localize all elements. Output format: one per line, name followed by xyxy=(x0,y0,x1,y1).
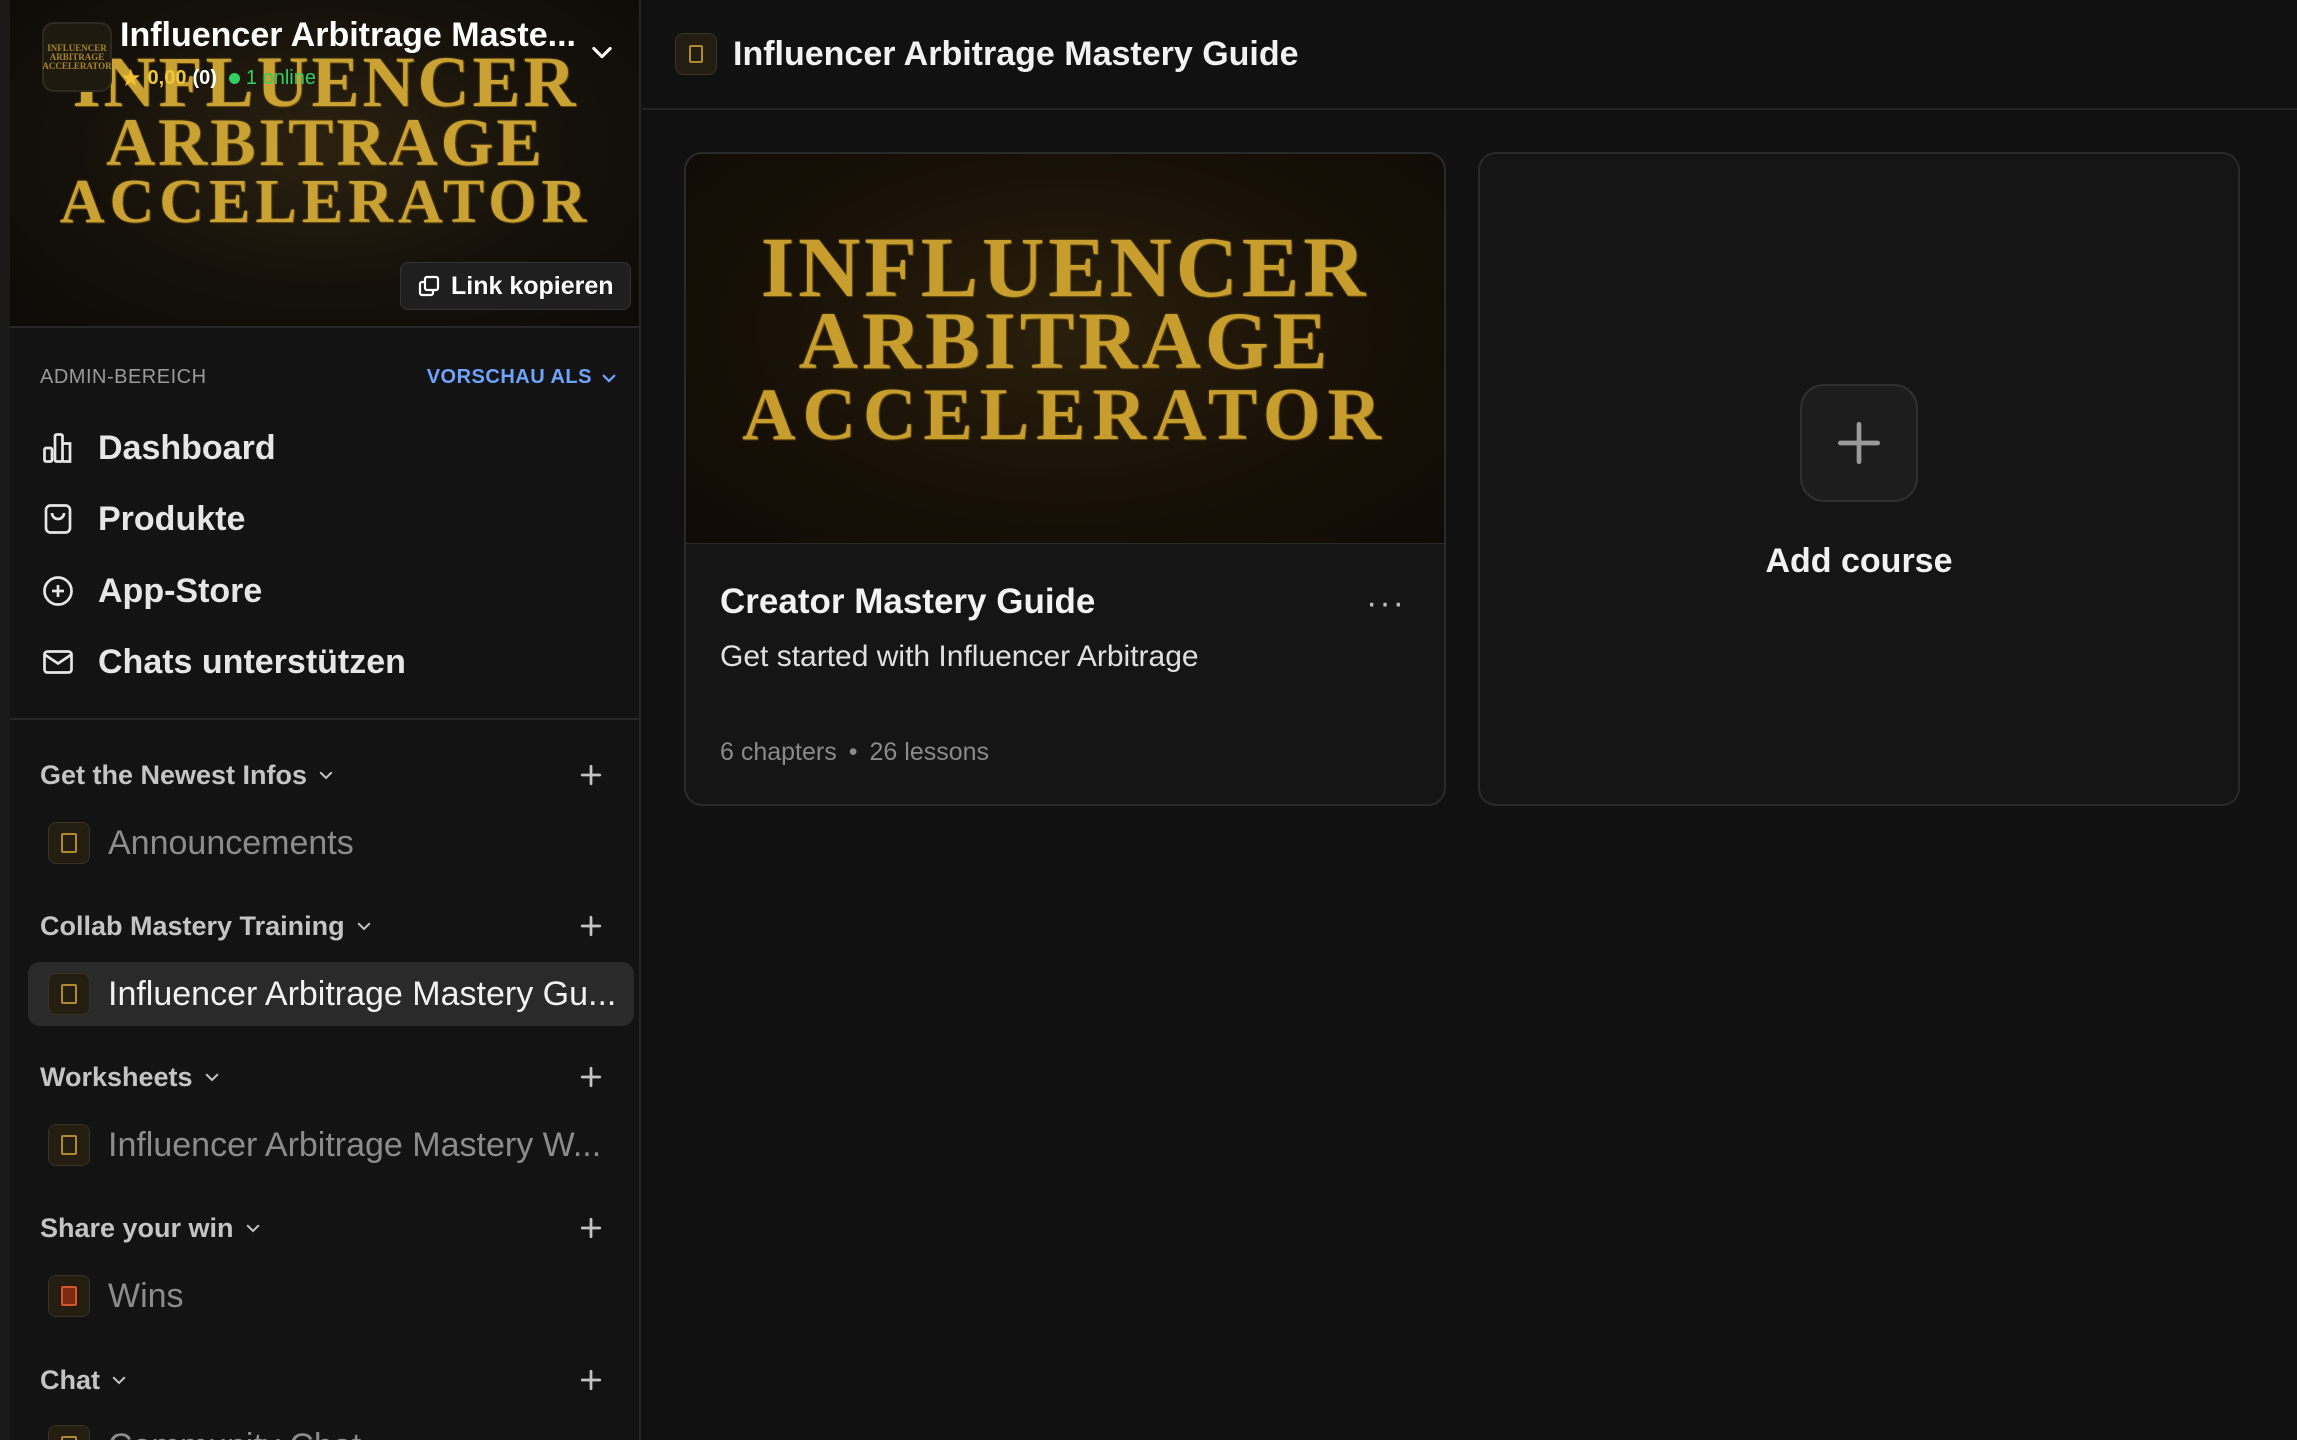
section-toggle[interactable]: Worksheets xyxy=(40,1062,221,1093)
trophy-icon xyxy=(48,1275,90,1317)
channel-item[interactable]: Community Chat xyxy=(28,1414,634,1440)
workspace-banner: INFLUENCER ARBITRAGE ACCELERATOR INFLUEN… xyxy=(10,0,639,328)
chevron-down-icon xyxy=(357,922,370,931)
section-toggle[interactable]: Share your win xyxy=(40,1213,262,1244)
ellipsis-icon[interactable]: ··· xyxy=(1366,584,1406,623)
online-status-dot xyxy=(228,73,240,84)
online-count: 1 online xyxy=(245,67,316,89)
add-course-label: Add course xyxy=(1765,542,1953,580)
workspace-logo-text: INFLUENCER ARBITRAGE ACCELERATOR xyxy=(42,42,112,71)
star-icon: ★ xyxy=(120,65,142,92)
nav-dashboard[interactable]: Dashboard xyxy=(40,420,620,476)
chevron-down-icon xyxy=(319,771,333,780)
section-toggle[interactable]: Chat xyxy=(40,1365,128,1396)
nav-support-chats[interactable]: Chats unterstützen xyxy=(40,634,620,690)
chevron-down-icon xyxy=(246,1224,259,1233)
admin-area-label: ADMIN-BEREICH xyxy=(40,366,207,388)
plus-icon[interactable] xyxy=(576,1365,606,1395)
page-header: Influencer Arbitrage Mastery Guide xyxy=(643,0,2297,110)
channel-label: Influencer Arbitrage Mastery Gu... xyxy=(108,974,617,1013)
chapter-count: 6 chapters xyxy=(720,738,837,766)
section-header: Chat xyxy=(40,1360,606,1400)
section-title: Worksheets xyxy=(40,1061,193,1092)
lesson-count: 26 lessons xyxy=(869,738,990,766)
channel-label: Influencer Arbitrage Mastery W... xyxy=(108,1125,602,1164)
add-course-card[interactable]: Add course xyxy=(1478,152,2240,806)
nav-products-label: Produkte xyxy=(98,499,246,538)
channel-icon xyxy=(48,822,90,864)
review-count: (0) xyxy=(192,67,217,89)
channel-label: Announcements xyxy=(108,823,354,862)
workspace-name[interactable]: Influencer Arbitrage Maste... xyxy=(120,16,576,55)
course-cover-image: INFLUENCER ARBITRAGE ACCELERATOR xyxy=(686,154,1444,544)
cover-artwork: INFLUENCER ARBITRAGE ACCELERATOR xyxy=(686,219,1444,456)
nav-dashboard-label: Dashboard xyxy=(98,428,276,467)
section-header: Worksheets xyxy=(40,1057,606,1097)
cover-line: ACCELERATOR xyxy=(742,374,1388,456)
window-edge xyxy=(0,0,10,1440)
chat-icon xyxy=(48,1425,90,1440)
plus-circle-icon xyxy=(43,576,73,606)
add-course-button[interactable] xyxy=(1800,384,1918,502)
channel-item[interactable]: Announcements xyxy=(28,811,634,875)
rating-value: 0,00 xyxy=(147,67,187,89)
cover-line: INFLUENCER xyxy=(760,219,1370,315)
banner-line: ACCELERATOR xyxy=(59,168,592,236)
worksheet-icon xyxy=(48,1124,90,1166)
sidebar-divider xyxy=(10,718,639,720)
shopping-bag-icon xyxy=(44,504,72,534)
course-stats: 6 chapters • 26 lessons xyxy=(720,738,989,767)
channel-item[interactable]: Influencer Arbitrage Mastery W... xyxy=(28,1113,634,1177)
plus-icon[interactable] xyxy=(576,1062,606,1092)
plus-icon xyxy=(1838,422,1880,464)
section-title: Collab Mastery Training xyxy=(40,910,345,941)
meta-separator: • xyxy=(848,738,858,766)
copy-link-label: Link kopieren xyxy=(451,271,614,300)
nav-app-store-label: App-Store xyxy=(98,571,263,610)
channel-item-active[interactable]: Influencer Arbitrage Mastery Gu... xyxy=(28,962,634,1026)
preview-as-label: VORSCHAU ALS xyxy=(426,366,592,388)
page-title: Influencer Arbitrage Mastery Guide xyxy=(733,34,1299,73)
chevron-down-icon[interactable] xyxy=(588,38,616,66)
plus-icon[interactable] xyxy=(576,760,606,790)
section-toggle[interactable]: Collab Mastery Training xyxy=(40,911,373,942)
course-title: Creator Mastery Guide xyxy=(720,582,1096,621)
workspace-meta: ★ 0,00 (0) 1 online xyxy=(120,64,316,93)
copy-link-button[interactable]: Link kopieren xyxy=(400,262,631,310)
nav-app-store[interactable]: App-Store xyxy=(40,563,620,619)
section-title: Get the Newest Infos xyxy=(40,759,308,790)
sidebar: INFLUENCER ARBITRAGE ACCELERATOR INFLUEN… xyxy=(10,0,641,1440)
section-header: Share your win xyxy=(40,1208,606,1248)
section-header: Get the Newest Infos xyxy=(40,755,606,795)
bar-chart-icon xyxy=(43,433,72,463)
nav-products[interactable]: Produkte xyxy=(40,491,620,547)
course-icon xyxy=(675,33,717,75)
mail-icon xyxy=(43,650,73,674)
nav-support-chats-label: Chats unterstützen xyxy=(98,642,406,681)
preview-as-dropdown[interactable]: VORSCHAU ALS xyxy=(427,366,618,389)
section-title: Share your win xyxy=(40,1212,234,1243)
copy-link-icon xyxy=(418,275,440,297)
course-card[interactable]: INFLUENCER ARBITRAGE ACCELERATOR Creator… xyxy=(684,152,1446,806)
plus-icon[interactable] xyxy=(576,911,606,941)
section-header: Collab Mastery Training xyxy=(40,906,606,946)
chevron-down-icon xyxy=(205,1073,218,1082)
section-title: Chat xyxy=(40,1364,100,1395)
course-icon xyxy=(48,973,90,1015)
cover-line: ARBITRAGE xyxy=(798,295,1332,386)
course-description: Get started with Influencer Arbitrage xyxy=(720,640,1199,673)
chevron-down-icon xyxy=(602,374,616,383)
plus-icon[interactable] xyxy=(576,1213,606,1243)
section-toggle[interactable]: Get the Newest Infos xyxy=(40,760,335,791)
channel-item[interactable]: Wins xyxy=(28,1264,634,1328)
channel-label: Community Chat xyxy=(108,1427,361,1440)
chevron-down-icon xyxy=(112,1376,126,1385)
channel-label: Wins xyxy=(108,1276,184,1315)
admin-area-header: ADMIN-BEREICH VORSCHAU ALS xyxy=(40,366,618,389)
workspace-logo[interactable]: INFLUENCER ARBITRAGE ACCELERATOR xyxy=(42,22,112,92)
